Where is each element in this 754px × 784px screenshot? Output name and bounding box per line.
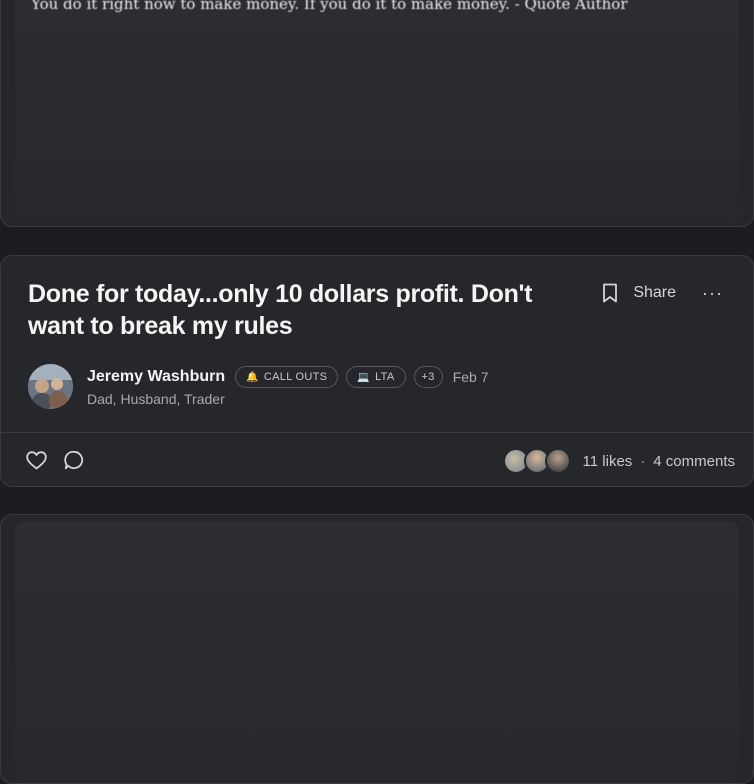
liker-avatars[interactable] bbox=[502, 448, 571, 474]
post-date: Feb 7 bbox=[452, 369, 489, 385]
more-tags-badge[interactable]: +3 bbox=[413, 366, 443, 388]
divider bbox=[1, 432, 753, 433]
author-row: Jeremy Washburn 🔔 CALL OUTS 💻 LTA +3 Feb… bbox=[87, 366, 489, 388]
likes-count[interactable]: 11 likes bbox=[583, 453, 633, 470]
author-name[interactable]: Jeremy Washburn bbox=[87, 368, 225, 386]
author-avatar[interactable] bbox=[28, 364, 73, 409]
next-post-card[interactable] bbox=[0, 514, 754, 784]
post-card[interactable]: Done for today...only 10 dollars profit.… bbox=[0, 255, 754, 487]
comments-count[interactable]: 4 comments bbox=[653, 453, 735, 470]
more-options-button[interactable]: ··· bbox=[702, 284, 723, 302]
bookmark-icon[interactable] bbox=[601, 282, 619, 304]
post-stats: 11 likes · 4 comments bbox=[502, 448, 735, 474]
tag-label: CALL OUTS bbox=[263, 371, 328, 383]
stats-separator: · bbox=[640, 452, 646, 470]
previous-post-snippet: You do it right now to make money. If yo… bbox=[31, 0, 628, 13]
reaction-buttons bbox=[25, 449, 85, 471]
tag-label: LTA bbox=[375, 371, 395, 383]
share-button[interactable]: Share bbox=[633, 284, 676, 302]
tag-call-outs[interactable]: 🔔 CALL OUTS bbox=[235, 366, 339, 388]
liker-avatar bbox=[544, 448, 571, 474]
comment-bubble-icon[interactable] bbox=[63, 449, 85, 471]
bell-icon: 🔔 bbox=[246, 371, 259, 383]
previous-post-card[interactable]: You do it right now to make money. If yo… bbox=[0, 0, 754, 227]
laptop-icon: 💻 bbox=[357, 371, 371, 383]
heart-icon[interactable] bbox=[25, 449, 47, 471]
author-bio: Dad, Husband, Trader bbox=[87, 391, 225, 407]
post-actions: Share ··· bbox=[601, 282, 723, 304]
post-title[interactable]: Done for today...only 10 dollars profit.… bbox=[28, 278, 588, 342]
tag-lta[interactable]: 💻 LTA bbox=[346, 366, 406, 388]
